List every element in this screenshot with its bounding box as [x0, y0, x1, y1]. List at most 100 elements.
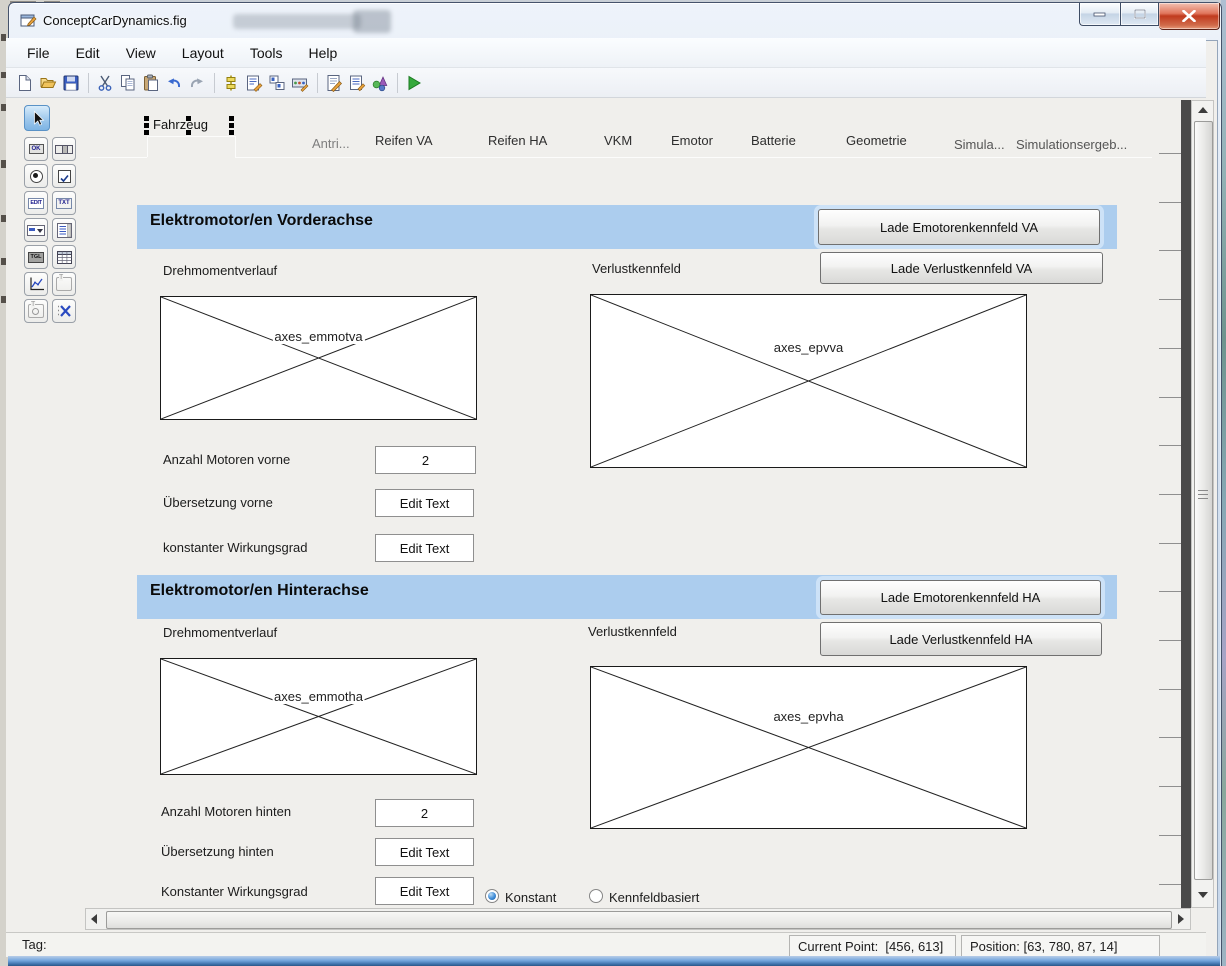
selection-handle[interactable] — [229, 123, 234, 128]
axes-emmotva[interactable]: axes_emmotva — [160, 296, 477, 420]
menu-view[interactable]: View — [113, 41, 169, 65]
paste-icon[interactable] — [140, 72, 162, 94]
selection-handle[interactable] — [144, 130, 149, 135]
scroll-down-icon[interactable] — [1198, 892, 1208, 898]
horizontal-scrollbar-thumb[interactable] — [106, 911, 1172, 929]
palette-listbox[interactable] — [52, 218, 76, 242]
anzahl-motoren-hinten-input[interactable]: 2 — [375, 799, 474, 827]
scroll-left-icon[interactable] — [91, 914, 97, 924]
axes-tag: axes_emmotva — [272, 329, 364, 344]
redo-icon[interactable] — [186, 72, 208, 94]
palette-panel[interactable]: T — [52, 272, 76, 296]
popup-menu-icon — [27, 225, 45, 236]
verlustkennfeld-label-ha: Verlustkennfeld — [588, 624, 677, 639]
axes-epvva[interactable]: axes_epvva — [590, 294, 1027, 468]
property-inspector-icon[interactable] — [346, 72, 368, 94]
undo-icon[interactable] — [163, 72, 185, 94]
scroll-right-icon[interactable] — [1178, 914, 1184, 924]
axes-tag: axes_epvva — [772, 340, 845, 355]
palette-table[interactable] — [52, 245, 76, 269]
selection-handle[interactable] — [186, 130, 191, 135]
axes-emmotha[interactable]: axes_emmotha — [160, 658, 477, 775]
menubar: File Edit View Layout Tools Help — [6, 38, 1206, 68]
menu-file[interactable]: File — [14, 41, 63, 65]
copy-icon[interactable] — [117, 72, 139, 94]
lade-verlustkennfeld-va-button[interactable]: Lade Verlustkennfeld VA — [820, 252, 1103, 284]
save-icon[interactable] — [60, 72, 82, 94]
palette-toggle-button[interactable]: TGL — [24, 245, 48, 269]
palette-push-button[interactable]: OK — [24, 137, 48, 161]
new-file-icon[interactable] — [14, 72, 36, 94]
lade-verlustkennfeld-ha-button[interactable]: Lade Verlustkennfeld HA — [820, 622, 1102, 656]
radio-konstant[interactable] — [485, 889, 499, 903]
menu-edit[interactable]: Edit — [63, 41, 113, 65]
selection-handle[interactable] — [186, 116, 191, 121]
palette-popup-menu[interactable] — [24, 218, 48, 242]
horizontal-scrollbar[interactable] — [85, 908, 1191, 930]
palette-axes[interactable] — [24, 272, 48, 296]
tab-reifen-va[interactable]: Reifen VA — [375, 133, 433, 148]
check-box-icon — [58, 170, 71, 183]
anzahl-motoren-hinten-label: Anzahl Motoren hinten — [161, 804, 291, 819]
align-objects-icon[interactable] — [220, 72, 242, 94]
tab-reifen-ha[interactable]: Reifen HA — [488, 133, 547, 148]
radio-kennfeldbasiert-label: Kennfeldbasiert — [609, 890, 699, 905]
uebersetzung-hinten-input[interactable]: Edit Text — [375, 838, 474, 866]
konstanter-wirkungsgrad-va-input[interactable]: Edit Text — [375, 534, 474, 562]
close-button[interactable] — [1159, 3, 1220, 30]
table-icon — [57, 251, 72, 264]
toggle-button-icon: TGL — [28, 252, 44, 263]
tab-order-editor-icon[interactable] — [266, 72, 288, 94]
button-group-icon: T — [28, 304, 44, 318]
selection-handle[interactable] — [229, 116, 234, 121]
konstanter-wirkungsgrad-ha-input[interactable]: Edit Text — [375, 877, 474, 905]
palette-edit-text[interactable]: EDIT — [24, 191, 48, 215]
palette-slider[interactable] — [52, 137, 76, 161]
palette-button-group[interactable]: T — [24, 299, 48, 323]
tab-geometrie[interactable]: Geometrie — [846, 133, 907, 148]
palette-radio-button[interactable] — [24, 164, 48, 188]
editor-icon[interactable] — [323, 72, 345, 94]
axes-icon — [28, 276, 45, 292]
object-browser-icon[interactable] — [369, 72, 391, 94]
palette-static-text[interactable]: TXT — [52, 191, 76, 215]
tab-antrieb[interactable]: Antri... — [312, 136, 350, 151]
axes-epvha[interactable]: axes_epvha — [590, 666, 1027, 829]
lade-emotorenkennfeld-va-button[interactable]: Lade Emotorenkennfeld VA — [818, 209, 1100, 245]
menu-layout[interactable]: Layout — [169, 41, 237, 65]
minimize-button[interactable] — [1079, 3, 1120, 26]
radio-kennfeldbasiert[interactable] — [589, 889, 603, 903]
axes-tag: axes_emmotha — [272, 689, 365, 704]
open-file-icon[interactable] — [37, 72, 59, 94]
vertical-scrollbar-thumb[interactable] — [1194, 121, 1213, 880]
palette-check-box[interactable] — [52, 164, 76, 188]
lade-emotorenkennfeld-ha-button[interactable]: Lade Emotorenkennfeld HA — [820, 580, 1101, 615]
tab-fahrzeug[interactable]: Fahrzeug — [153, 117, 208, 132]
cut-icon[interactable] — [94, 72, 116, 94]
push-button-icon: OK — [29, 144, 44, 154]
selection-handle[interactable] — [144, 123, 149, 128]
vertical-scrollbar[interactable] — [1191, 100, 1214, 908]
scroll-up-icon[interactable] — [1198, 107, 1208, 113]
menu-editor-icon[interactable] — [243, 72, 265, 94]
slider-icon — [55, 145, 73, 154]
menu-tools[interactable]: Tools — [237, 41, 296, 65]
palette-select-tool[interactable] — [24, 105, 50, 131]
toolbar — [6, 68, 1206, 98]
tab-vkm[interactable]: VKM — [604, 133, 632, 148]
selection-handle[interactable] — [229, 130, 234, 135]
titlebar[interactable]: ConceptCarDynamics.fig — [9, 3, 1221, 39]
tab-emotor[interactable]: Emotor — [671, 133, 713, 148]
axes-tag: axes_epvha — [771, 709, 845, 724]
run-icon[interactable] — [403, 72, 425, 94]
tab-simulation[interactable]: Simula... — [954, 137, 1005, 152]
uebersetzung-vorne-input[interactable]: Edit Text — [375, 489, 474, 517]
selection-handle[interactable] — [144, 116, 149, 121]
toolbar-editor-icon[interactable] — [289, 72, 311, 94]
tab-batterie[interactable]: Batterie — [751, 133, 796, 148]
tab-simulationsergebnisse[interactable]: Simulationsergeb... — [1016, 137, 1127, 152]
palette-activex-control[interactable] — [52, 299, 76, 323]
anzahl-motoren-vorne-input[interactable]: 2 — [375, 446, 476, 474]
menu-help[interactable]: Help — [296, 41, 351, 65]
maximize-button[interactable] — [1120, 3, 1159, 26]
